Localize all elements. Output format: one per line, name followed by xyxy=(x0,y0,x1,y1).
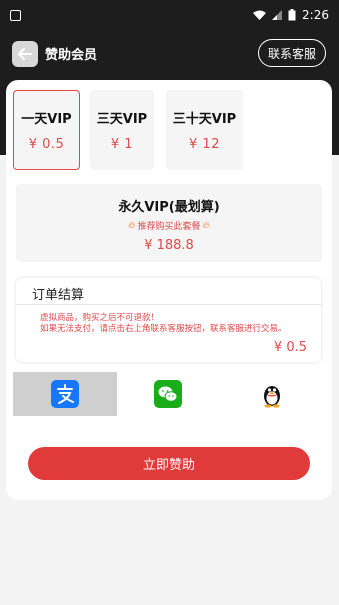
plan-name: 三天VIP xyxy=(96,112,148,127)
contact-support-button[interactable]: 联系客服 xyxy=(258,39,326,67)
plan-thirty-day[interactable]: 三十天VIP ¥ 12 xyxy=(166,90,243,170)
order-title: 订单结算 xyxy=(32,288,85,303)
sponsor-now-button[interactable]: 立即赞助 xyxy=(28,447,310,480)
divider xyxy=(16,304,321,305)
alipay-icon xyxy=(51,380,79,408)
pay-option-wechat[interactable] xyxy=(116,372,220,416)
order-total: ¥ 0.5 xyxy=(273,340,307,355)
fire-icon: 🔥︎ xyxy=(202,220,210,231)
payment-options xyxy=(12,372,325,416)
fire-icon: 🔥︎ xyxy=(128,220,136,231)
recommend-tag: 🔥︎ 推荐购买此套餐 🔥︎ xyxy=(128,219,210,232)
pay-option-qq[interactable] xyxy=(220,372,324,416)
battery-icon xyxy=(288,9,296,21)
plan-price: ¥ 1 xyxy=(110,137,134,152)
qq-icon xyxy=(264,386,280,408)
plan-price: ¥ 0.5 xyxy=(28,137,65,152)
pay-option-alipay[interactable] xyxy=(13,372,117,416)
plan-name: 三十天VIP xyxy=(172,112,237,127)
wifi-icon xyxy=(253,10,267,20)
clock: 2:26 xyxy=(302,8,329,22)
wechat-icon xyxy=(154,380,182,408)
status-bar: 2:26 xyxy=(0,0,339,30)
signal-icon xyxy=(272,9,283,20)
plan-price: ¥ 12 xyxy=(189,137,220,152)
plan-lifetime[interactable]: 永久VIP(最划算) 🔥︎ 推荐购买此套餐 🔥︎ ¥ 188.8 xyxy=(16,184,322,262)
arrow-left-icon xyxy=(18,48,32,60)
plan-name: 一天VIP xyxy=(21,112,72,127)
recommend-text: 推荐购买此套餐 xyxy=(137,222,201,232)
notification-icon xyxy=(10,9,21,21)
page-title: 赞助会员 xyxy=(45,48,98,63)
order-note: 如果无法支付，请点击右上角联系客服按钮，联系客服进行交易。 xyxy=(40,324,287,334)
plan-one-day[interactable]: 一天VIP ¥ 0.5 xyxy=(13,90,80,170)
plan-three-day[interactable]: 三天VIP ¥ 1 xyxy=(90,90,154,170)
plan-name: 永久VIP(最划算) xyxy=(118,200,220,215)
plan-price: ¥ 188.8 xyxy=(144,238,194,253)
back-button[interactable] xyxy=(12,41,38,67)
order-summary: 订单结算 虚拟商品，购买之后不可退款！ 如果无法支付，请点击右上角联系客服按钮，… xyxy=(16,278,321,362)
